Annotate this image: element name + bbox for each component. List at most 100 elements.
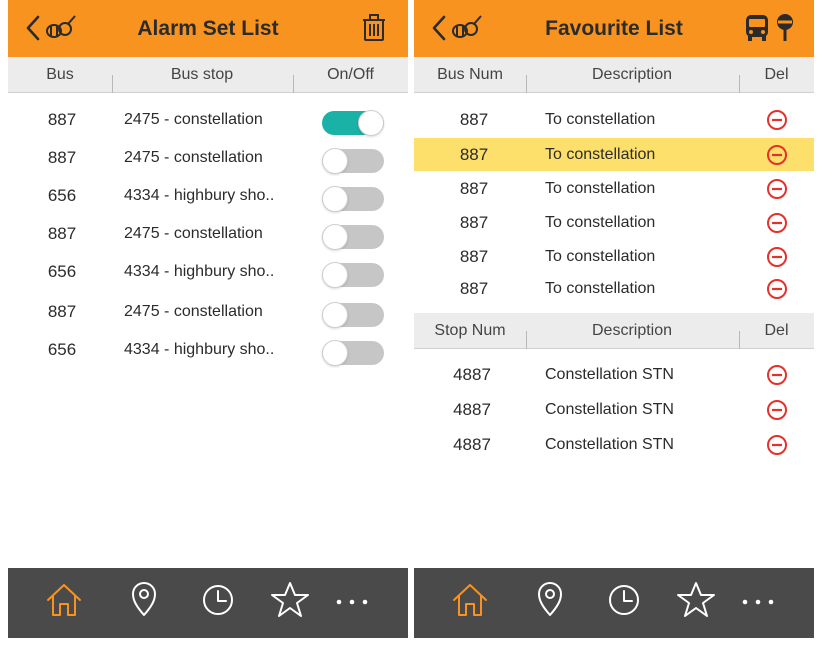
bus-stop-name: 4334 - highbury sho.. [124,187,275,204]
delete-button[interactable] [766,364,788,386]
favourite-bus-row[interactable]: 887 To constellation [414,272,814,306]
tab-home[interactable] [42,580,86,626]
clock-icon [203,585,233,615]
tab-more[interactable] [330,580,374,626]
alarm-row: 887 2475 - constellation [8,103,408,139]
bus-number: 656 [47,340,77,359]
route-description: To constellation [545,248,656,265]
toggle-knob [322,186,348,212]
alarm-header-bar: Alarm Set List [8,0,408,57]
alarm-toggle[interactable] [322,110,384,136]
bus-number: 656 [47,186,77,205]
favourite-stop-row[interactable]: 4887 Constellation STN [414,358,814,392]
bus-stop-name: 4334 - highbury sho.. [124,263,275,280]
delete-button[interactable] [766,399,788,421]
alarm-toggle[interactable] [322,148,384,174]
page-title: Alarm Set List [137,17,279,40]
tab-bar [414,568,814,638]
favourite-bus-row[interactable]: 887 To constellation [414,206,814,240]
trash-icon [363,14,385,41]
delete-button[interactable] [766,246,788,268]
toggle-knob [322,148,348,174]
column-bus-stop: Bus stop [170,66,234,83]
column-del: Del [764,66,789,83]
delete-button[interactable] [766,109,788,131]
more-dots-icon [742,599,774,605]
stop-number: 4887 [453,435,491,454]
delete-icon [767,247,787,267]
route-description: To constellation [545,214,656,231]
bus-number: 887 [459,279,489,298]
alarm-toggle[interactable] [322,340,384,366]
alarm-toggle[interactable] [322,186,384,212]
bus-stop-name: 4334 - highbury sho.. [124,341,275,358]
route-description: To constellation [545,280,656,297]
stop-description: Constellation STN [545,436,674,453]
route-description: To constellation [545,111,656,128]
bus-number: 887 [47,224,77,243]
tab-location[interactable] [122,580,166,626]
favourite-bus-row[interactable]: 887 To constellation [414,172,814,206]
bus-stop-name: 2475 - constellation [124,225,263,242]
delete-icon [767,145,787,165]
toggle-knob [322,302,348,328]
toggle-knob [322,340,348,366]
delete-icon [767,435,787,455]
bus-icon [746,15,768,41]
trash-button[interactable] [360,13,388,48]
route-description: To constellation [545,146,656,163]
alarm-toggle[interactable] [322,262,384,288]
tab-favourites[interactable] [674,580,718,626]
bus-number: 887 [459,213,489,232]
alarm-row: 887 2475 - constellation [8,295,408,331]
alarm-toggle[interactable] [322,224,384,250]
favourite-stop-row[interactable]: 4887 Constellation STN [414,428,814,462]
delete-icon [767,213,787,233]
toggle-knob [322,224,348,250]
alarm-row: 887 2475 - constellation [8,217,408,253]
bus-stop-icon [777,14,793,41]
alarm-column-header: Bus Bus stop On/Off [8,57,408,93]
delete-button[interactable] [766,144,788,166]
alarm-row: 656 4334 - highbury sho.. [8,255,408,291]
favourite-list-screen: Favourite List Bus Num Description Del 8… [414,0,814,638]
bus-number: 887 [459,247,489,266]
alarm-row: 656 4334 - highbury sho.. [8,333,408,369]
column-del: Del [764,322,789,339]
delete-button[interactable] [766,434,788,456]
delete-button[interactable] [766,178,788,200]
column-bus: Bus [46,66,74,83]
tab-home[interactable] [448,580,492,626]
column-stop-num: Stop Num [434,322,506,339]
stop-column-header: Stop Num Description Del [414,313,814,349]
stop-description: Constellation STN [545,366,674,383]
location-pin-icon [132,582,156,616]
favourite-bus-row[interactable]: 887 To constellation [414,240,814,274]
column-bus-num: Bus Num [437,66,503,83]
tab-history[interactable] [196,580,240,626]
toggle-knob [322,262,348,288]
tab-history[interactable] [602,580,646,626]
route-description: To constellation [545,180,656,197]
bus-stop-name: 2475 - constellation [124,303,263,320]
bus-number: 887 [459,110,489,129]
delete-button[interactable] [766,278,788,300]
bus-stop-filter-button[interactable] [774,13,796,48]
tab-favourites[interactable] [268,580,312,626]
alarm-row: 656 4334 - highbury sho.. [8,179,408,215]
bus-filter-button[interactable] [744,13,770,48]
alarm-toggle[interactable] [322,302,384,328]
favourite-bus-row[interactable]: 887 To constellation [414,138,814,171]
tab-location[interactable] [528,580,572,626]
bus-stop-name: 2475 - constellation [124,149,263,166]
tab-more[interactable] [736,580,780,626]
star-icon [271,582,309,617]
bus-number: 887 [47,110,77,129]
column-description: Description [591,322,673,339]
delete-icon [767,365,787,385]
delete-button[interactable] [766,212,788,234]
home-icon [453,584,487,616]
stop-description: Constellation STN [545,401,674,418]
favourite-bus-row[interactable]: 887 To constellation [414,103,814,137]
favourite-stop-row[interactable]: 4887 Constellation STN [414,393,814,427]
